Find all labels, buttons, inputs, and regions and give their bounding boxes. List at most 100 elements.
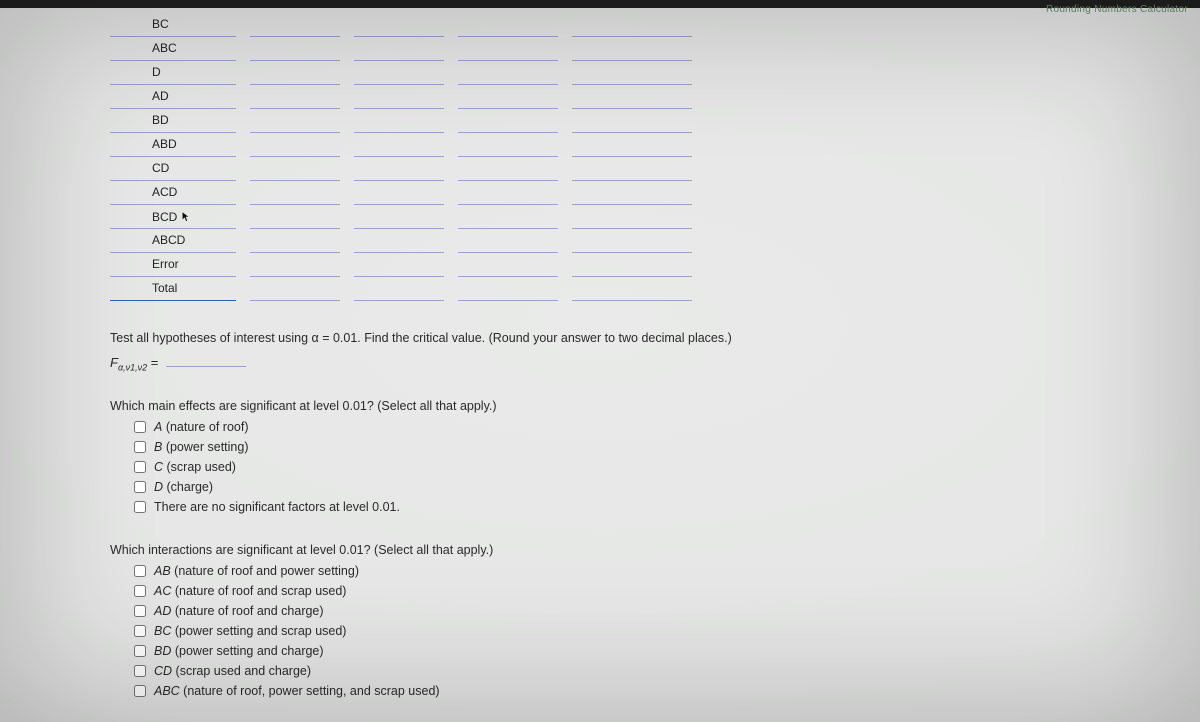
anova-cell-input[interactable] [572, 156, 692, 180]
table-row: D [110, 60, 692, 84]
anova-cell-input[interactable] [354, 108, 444, 132]
anova-cell-input[interactable] [250, 60, 340, 84]
anova-cell-input[interactable] [458, 108, 558, 132]
source-label: Error [110, 252, 236, 276]
main-effect-option[interactable]: A (nature of roof) [110, 417, 1110, 437]
anova-cell-input[interactable] [250, 156, 340, 180]
anova-cell-input[interactable] [458, 132, 558, 156]
anova-cell-input[interactable] [354, 132, 444, 156]
anova-cell-input[interactable] [458, 12, 558, 36]
interaction-checkbox[interactable] [134, 585, 146, 597]
window-top-bar [0, 0, 1200, 8]
anova-cell-input[interactable] [572, 180, 692, 204]
anova-cell-input[interactable] [572, 12, 692, 36]
anova-cell-input[interactable] [250, 204, 340, 228]
anova-cell-input[interactable] [354, 84, 444, 108]
interaction-checkbox[interactable] [134, 625, 146, 637]
anova-cell-input[interactable] [250, 108, 340, 132]
anova-cell-input[interactable] [572, 36, 692, 60]
interaction-option-label: AD (nature of roof and charge) [154, 604, 324, 618]
source-label: AD [110, 84, 236, 108]
anova-cell-input[interactable] [458, 228, 558, 252]
anova-cell-input[interactable] [458, 156, 558, 180]
anova-cell-input[interactable] [354, 36, 444, 60]
anova-cell-input[interactable] [572, 252, 692, 276]
anova-cell-input[interactable] [250, 180, 340, 204]
interaction-option[interactable]: BC (power setting and scrap used) [110, 621, 1110, 641]
anova-cell-input[interactable] [354, 180, 444, 204]
anova-cell-input[interactable] [354, 276, 444, 300]
main-effect-option-label: There are no significant factors at leve… [154, 500, 400, 514]
main-effect-option[interactable]: B (power setting) [110, 437, 1110, 457]
main-effect-checkbox[interactable] [134, 481, 146, 493]
main-effect-checkbox[interactable] [134, 441, 146, 453]
anova-cell-input[interactable] [250, 228, 340, 252]
table-row: ACD [110, 180, 692, 204]
anova-cell-input[interactable] [354, 60, 444, 84]
interaction-option[interactable]: AD (nature of roof and charge) [110, 601, 1110, 621]
main-effect-option[interactable]: D (charge) [110, 477, 1110, 497]
anova-cell-input[interactable] [572, 84, 692, 108]
anova-cell-input[interactable] [572, 60, 692, 84]
anova-cell-input[interactable] [354, 204, 444, 228]
interaction-option[interactable]: CD (scrap used and charge) [110, 661, 1110, 681]
anova-cell-input[interactable] [458, 180, 558, 204]
interaction-option[interactable]: AC (nature of roof and scrap used) [110, 581, 1110, 601]
anova-cell-input[interactable] [354, 12, 444, 36]
anova-cell-input[interactable] [354, 252, 444, 276]
interaction-option-label: AC (nature of roof and scrap used) [154, 584, 346, 598]
anova-cell-input[interactable] [572, 132, 692, 156]
anova-cell-input[interactable] [250, 36, 340, 60]
anova-cell-input[interactable] [250, 252, 340, 276]
interaction-checkbox[interactable] [134, 565, 146, 577]
anova-cell-input[interactable] [458, 36, 558, 60]
interaction-checkbox[interactable] [134, 645, 146, 657]
critical-formula: Fα,ν1,ν2 = [110, 353, 1110, 373]
source-label: BCD [110, 204, 236, 228]
table-row: CD [110, 156, 692, 180]
main-effect-checkbox[interactable] [134, 421, 146, 433]
anova-cell-input[interactable] [250, 84, 340, 108]
interaction-option[interactable]: ABC (nature of roof, power setting, and … [110, 681, 1110, 701]
main-effect-option[interactable]: There are no significant factors at leve… [110, 497, 1110, 517]
anova-cell-input[interactable] [572, 204, 692, 228]
source-label: ABCD [110, 228, 236, 252]
interaction-checkbox[interactable] [134, 685, 146, 697]
anova-cell-input[interactable] [354, 228, 444, 252]
main-effect-checkbox[interactable] [134, 501, 146, 513]
source-label: BD [110, 108, 236, 132]
interaction-option-label: ABC (nature of roof, power setting, and … [154, 684, 440, 698]
anova-cell-input[interactable] [458, 252, 558, 276]
table-row: Error [110, 252, 692, 276]
interaction-checkbox[interactable] [134, 665, 146, 677]
anova-cell-input[interactable] [458, 60, 558, 84]
anova-cell-input[interactable] [572, 228, 692, 252]
anova-table: BCABCDADBDABDCDACDBCDABCDErrorTotal [110, 12, 692, 301]
critical-value-input[interactable] [166, 353, 246, 367]
interaction-checkbox[interactable] [134, 605, 146, 617]
main-effect-checkbox[interactable] [134, 461, 146, 473]
table-row: ABCD [110, 228, 692, 252]
source-label: CD [110, 156, 236, 180]
anova-cell-input[interactable] [250, 12, 340, 36]
anova-cell-input[interactable] [250, 132, 340, 156]
mouse-cursor-icon [181, 211, 191, 226]
interaction-option[interactable]: BD (power setting and charge) [110, 641, 1110, 661]
interaction-option[interactable]: AB (nature of roof and power setting) [110, 561, 1110, 581]
anova-cell-input[interactable] [572, 276, 692, 300]
main-effects-options: A (nature of roof)B (power setting)C (sc… [110, 417, 1110, 517]
content-area: BCABCDADBDABDCDACDBCDABCDErrorTotal Test… [110, 12, 1110, 701]
formula-subscript: α,ν1,ν2 [118, 363, 147, 373]
anova-cell-input[interactable] [458, 84, 558, 108]
main-effect-option[interactable]: C (scrap used) [110, 457, 1110, 477]
anova-cell-input[interactable] [354, 156, 444, 180]
anova-cell-input[interactable] [572, 108, 692, 132]
anova-cell-input[interactable] [458, 204, 558, 228]
anova-cell-input[interactable] [250, 276, 340, 300]
table-row: ABD [110, 132, 692, 156]
source-label: ABC [110, 36, 236, 60]
anova-cell-input[interactable] [458, 276, 558, 300]
critical-value-section: Test all hypotheses of interest using α … [110, 329, 1110, 373]
table-row: ABC [110, 36, 692, 60]
formula-F: F [110, 355, 118, 370]
